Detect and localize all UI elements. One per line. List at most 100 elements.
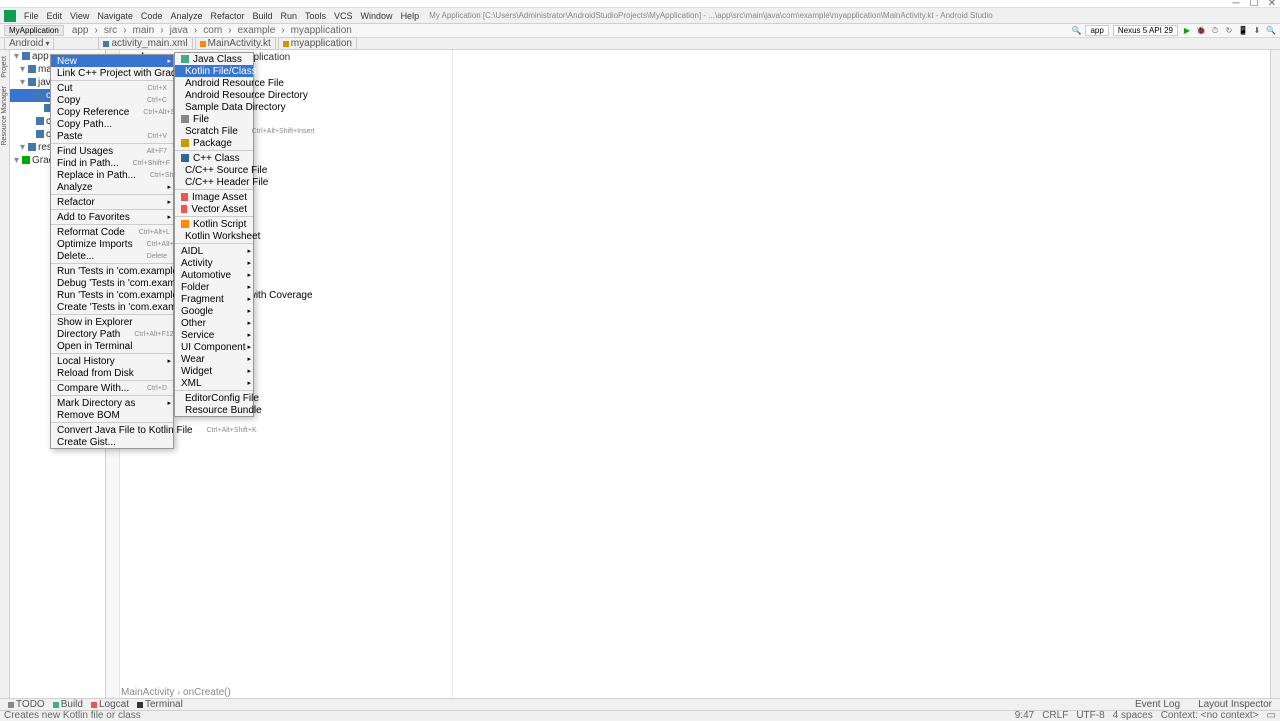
menu-item[interactable]: Optimize ImportsCtrl+Alt+O: [51, 238, 173, 250]
path-segment[interactable]: com: [201, 25, 224, 36]
bottom-tab-build[interactable]: Build: [49, 699, 87, 710]
menu-item[interactable]: Show in Explorer: [51, 316, 173, 328]
device-selector[interactable]: Nexus 5 API 29: [1113, 25, 1178, 36]
menu-item[interactable]: Copy Path...: [51, 118, 173, 130]
menu-item[interactable]: Kotlin File/Class: [175, 65, 253, 77]
menu-item[interactable]: Find UsagesAlt+F7: [51, 145, 173, 157]
menu-item[interactable]: Mark Directory as▸: [51, 397, 173, 409]
menu-vcs[interactable]: VCS: [330, 11, 357, 21]
menu-item[interactable]: Resource Bundle: [175, 404, 253, 416]
project-selector[interactable]: MyApplication: [4, 25, 64, 36]
maximize-icon[interactable]: ☐: [1248, 0, 1260, 9]
menu-item[interactable]: Reformat CodeCtrl+Alt+L: [51, 226, 173, 238]
menu-item[interactable]: Folder▸: [175, 281, 253, 293]
run-icon[interactable]: ▶: [1182, 26, 1192, 36]
memory-indicator[interactable]: ▭: [1267, 710, 1276, 721]
menu-item[interactable]: Refactor▸: [51, 196, 173, 208]
menu-refactor[interactable]: Refactor: [206, 11, 248, 21]
menu-item[interactable]: Debug 'Tests in 'com.example.myapplicat': [51, 277, 173, 289]
open-tab-0[interactable]: activity_main.xml: [98, 37, 192, 50]
minimize-icon[interactable]: ─: [1230, 0, 1242, 9]
menu-help[interactable]: Help: [397, 11, 424, 21]
sync-icon[interactable]: ↻: [1224, 26, 1234, 36]
menu-build[interactable]: Build: [248, 11, 276, 21]
menu-code[interactable]: Code: [137, 11, 167, 21]
menu-window[interactable]: Window: [357, 11, 397, 21]
bottom-tab-todo[interactable]: TODO: [4, 699, 49, 710]
menu-item[interactable]: AIDL▸: [175, 245, 253, 257]
menu-item[interactable]: XML▸: [175, 377, 253, 389]
menu-item[interactable]: Kotlin Script: [175, 218, 253, 230]
editor[interactable]: package com.example.myapplication import…: [106, 50, 1270, 698]
menu-item[interactable]: C/C++ Source File: [175, 164, 253, 176]
menu-item[interactable]: Delete...Delete: [51, 250, 173, 262]
menu-item[interactable]: CutCtrl+X: [51, 82, 173, 94]
search-everywhere-icon[interactable]: 🔍: [1266, 26, 1276, 36]
menu-item[interactable]: File: [175, 113, 253, 125]
menu-item[interactable]: Copy ReferenceCtrl+Alt+Shift+C: [51, 106, 173, 118]
bottom-tab-logcat[interactable]: Logcat: [87, 699, 133, 710]
context[interactable]: Context: <no context>: [1161, 710, 1259, 721]
menu-item[interactable]: Replace in Path...Ctrl+Shift+R: [51, 169, 173, 181]
menu-item[interactable]: Convert Java File to Kotlin FileCtrl+Alt…: [51, 424, 173, 436]
menu-item[interactable]: Widget▸: [175, 365, 253, 377]
menu-item[interactable]: Image Asset: [175, 191, 253, 203]
indent[interactable]: 4 spaces: [1113, 710, 1153, 721]
debug-icon[interactable]: 🐞: [1196, 26, 1206, 36]
bottom-tab-terminal[interactable]: Terminal: [133, 699, 187, 710]
menu-item[interactable]: Package: [175, 137, 253, 149]
open-tab-2[interactable]: myapplication: [278, 37, 357, 50]
menu-item[interactable]: Find in Path...Ctrl+Shift+F: [51, 157, 173, 169]
menu-item[interactable]: Wear▸: [175, 353, 253, 365]
menu-item[interactable]: Sample Data Directory: [175, 101, 253, 113]
bottom-right-event-log[interactable]: Event Log: [1131, 699, 1184, 710]
project-view-selector[interactable]: Android ▾: [4, 37, 54, 50]
menu-item[interactable]: Java Class: [175, 53, 253, 65]
menu-item[interactable]: Activity▸: [175, 257, 253, 269]
menu-item[interactable]: Android Resource Directory: [175, 89, 253, 101]
menu-tools[interactable]: Tools: [301, 11, 330, 21]
menu-item[interactable]: Google▸: [175, 305, 253, 317]
menu-item[interactable]: UI Component▸: [175, 341, 253, 353]
menu-item[interactable]: Analyze▸: [51, 181, 173, 193]
profile-icon[interactable]: ⏱: [1210, 26, 1220, 36]
menu-run[interactable]: Run: [277, 11, 302, 21]
menu-item[interactable]: EditorConfig File: [175, 392, 253, 404]
file-encoding[interactable]: UTF-8: [1076, 710, 1104, 721]
menu-item[interactable]: Android Resource File: [175, 77, 253, 89]
path-segment[interactable]: myapplication: [289, 25, 354, 36]
menu-item[interactable]: Service▸: [175, 329, 253, 341]
left-tab-project[interactable]: Project: [1, 54, 8, 80]
menu-item[interactable]: Compare With...Ctrl+D: [51, 382, 173, 394]
menu-item[interactable]: Other▸: [175, 317, 253, 329]
new-submenu[interactable]: Java ClassKotlin File/ClassAndroid Resou…: [174, 52, 254, 417]
menu-item[interactable]: Reload from Disk: [51, 367, 173, 379]
menu-item[interactable]: Add to Favorites▸: [51, 211, 173, 223]
menu-item[interactable]: Run 'Tests in 'com.example.myapplicat': [51, 265, 173, 277]
code-area[interactable]: package com.example.myapplication import…: [120, 50, 1270, 698]
line-separator[interactable]: CRLF: [1042, 710, 1068, 721]
menu-item[interactable]: Directory PathCtrl+Alt+F12: [51, 328, 173, 340]
menu-item[interactable]: Run 'Tests in 'com.example.myapplication…: [51, 289, 173, 301]
menu-navigate[interactable]: Navigate: [93, 11, 137, 21]
bottom-right-layout-inspector[interactable]: Layout Inspector: [1194, 699, 1276, 710]
menu-item[interactable]: Open in Terminal: [51, 340, 173, 352]
menu-item[interactable]: Fragment▸: [175, 293, 253, 305]
path-segment[interactable]: src: [102, 25, 119, 36]
avd-icon[interactable]: 📱: [1238, 26, 1248, 36]
close-icon[interactable]: ✕: [1266, 0, 1278, 9]
context-menu[interactable]: New▸Link C++ Project with GradleCutCtrl+…: [50, 54, 174, 449]
menu-item[interactable]: Link C++ Project with Gradle: [51, 67, 173, 79]
menu-item[interactable]: C/C++ Header File: [175, 176, 253, 188]
menu-edit[interactable]: Edit: [43, 11, 67, 21]
sdk-icon[interactable]: ⬇: [1252, 26, 1262, 36]
run-config-selector[interactable]: app: [1085, 25, 1108, 36]
menu-item[interactable]: Create 'Tests in 'com.example.myapplicat…: [51, 301, 173, 313]
menu-analyze[interactable]: Analyze: [166, 11, 206, 21]
path-segment[interactable]: example: [236, 25, 278, 36]
menu-item[interactable]: Create Gist...: [51, 436, 173, 448]
menu-item[interactable]: Kotlin Worksheet: [175, 230, 253, 242]
menu-item[interactable]: Remove BOM: [51, 409, 173, 421]
menu-item[interactable]: Local History▸: [51, 355, 173, 367]
menu-item[interactable]: Automotive▸: [175, 269, 253, 281]
